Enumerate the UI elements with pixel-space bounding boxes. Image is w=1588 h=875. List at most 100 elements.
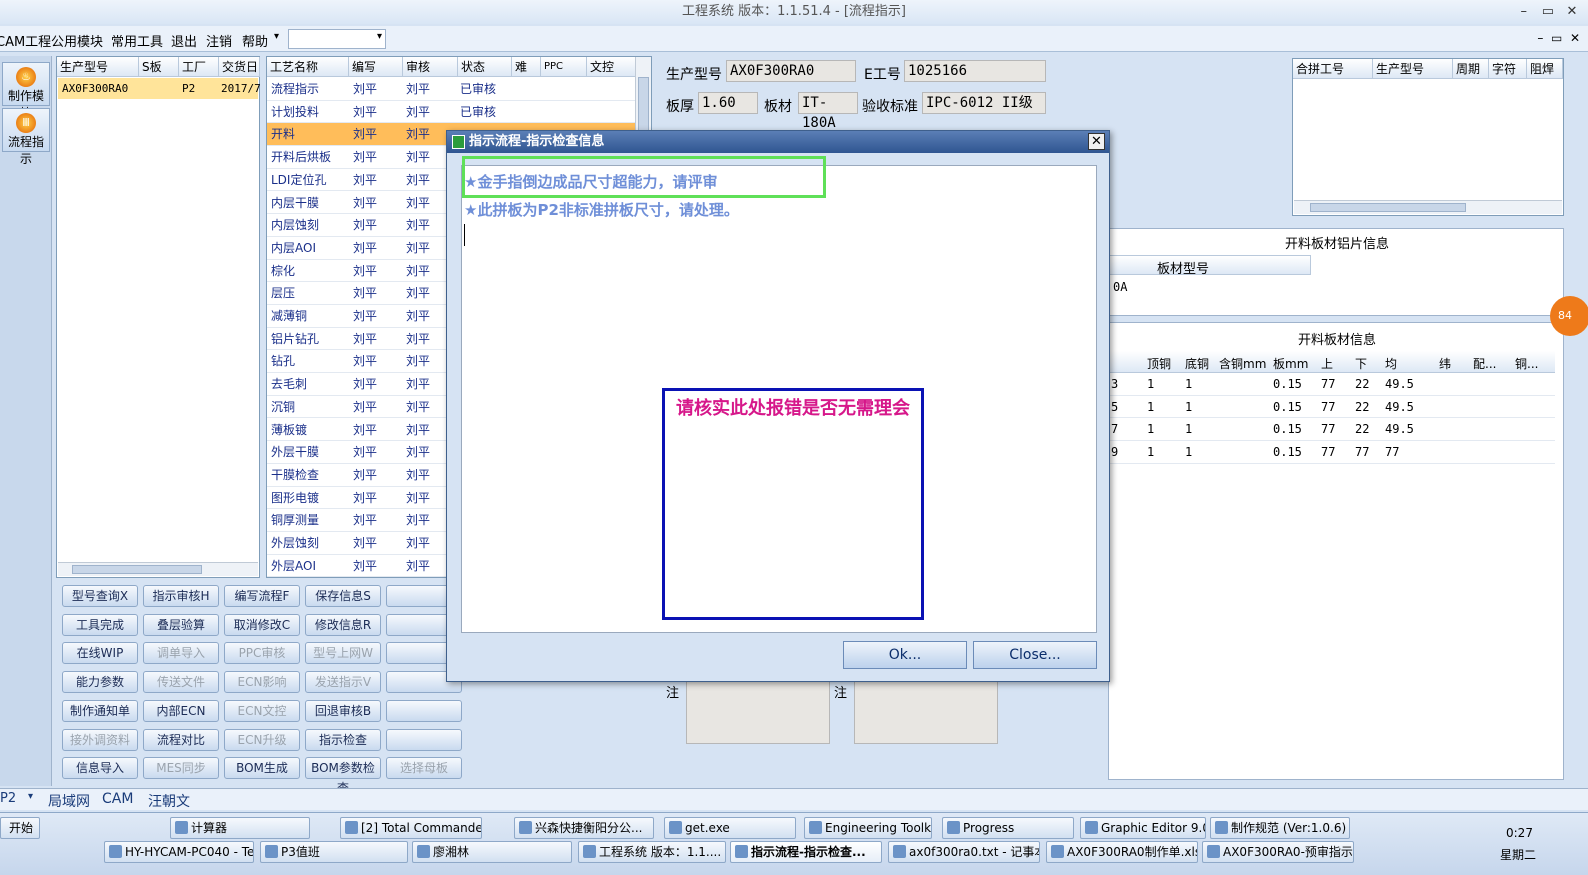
table-row[interactable]: 3 1 1 0.15 77 22 49.5 [1109,373,1555,396]
eno-field[interactable]: 1025166 [904,60,1046,82]
toolbar-combo[interactable] [288,29,386,49]
status-combo[interactable]: P2 [0,791,16,806]
table-row[interactable]: 流程指示 刘平 刘平 已审核 [267,78,637,101]
action-button[interactable]: 修改信息R [305,613,381,636]
mdi-close-icon[interactable]: ✕ [1570,31,1580,45]
col-model[interactable]: 生产型号 [57,57,139,77]
taskbar-item[interactable]: [2] Total Commander... [340,817,482,839]
taskbar-item[interactable]: 制作规范 (Ver:1.0.6) [1210,817,1350,839]
col-header[interactable]: 纬 [1439,355,1451,372]
minimize-icon[interactable]: – [1514,0,1534,24]
action-button[interactable]: 型号查询X [62,585,138,607]
action-button[interactable]: 选择母板 [386,757,462,780]
col-header[interactable]: 均 [1385,355,1397,372]
taskbar-item[interactable]: P3值班 [260,841,408,863]
action-button[interactable]: MES同步 [143,757,219,780]
table-row[interactable]: 计划投料 刘平 刘平 已审核 [267,101,637,124]
combo-arrow-icon[interactable]: ▾ [28,791,33,802]
col-s[interactable]: S板 [139,57,179,77]
ok-button[interactable]: Ok... [843,641,967,669]
action-button[interactable]: BOM参数检查 [305,757,381,795]
col-header[interactable]: 顶铜 [1147,355,1171,372]
menu-tools[interactable]: 常用工具 [111,31,163,50]
dialog-close-icon[interactable]: ✕ [1088,133,1105,150]
action-button[interactable]: 回退审核B [305,699,381,722]
menu-exit[interactable]: 退出 [171,31,197,50]
taskbar-item[interactable]: AX0F300RA0制作单.xls... [1046,841,1198,863]
table-row[interactable]: 5 1 1 0.15 77 22 49.5 [1109,396,1555,419]
action-button[interactable]: 编写流程F [224,585,300,607]
make-module-button[interactable]: ♨ 制作模块 [2,62,50,120]
action-button[interactable]: 指示检查 [305,728,381,751]
action-button[interactable]: 内部ECN [143,699,219,722]
col-header[interactable]: 板mm [1273,355,1308,372]
maximize-icon[interactable]: ▭ [1538,0,1558,24]
col-prod-model[interactable]: 生产型号 [1373,59,1453,79]
col-doc-control[interactable]: 文控 [587,57,637,77]
taskbar-item[interactable]: Progress [942,817,1074,839]
action-button[interactable]: 传送文件 [143,671,219,694]
note-field-1[interactable] [686,680,830,744]
taskbar-item[interactable]: 计算器 [170,817,310,839]
action-button[interactable]: ECN影响 [224,671,300,694]
col-status[interactable]: 状态 [458,57,512,77]
col-difficulty[interactable]: 难 [512,57,541,77]
col-combined-no[interactable]: 合拼工号 [1293,59,1373,79]
taskbar-item[interactable]: get.exe [664,817,796,839]
taskbar-item[interactable]: 工程系统 版本：1.1.... [578,841,726,863]
action-button[interactable]: PPC审核 [224,642,300,665]
action-button[interactable]: 型号上网W [305,642,381,665]
action-button[interactable]: 接外调资料 [62,728,138,751]
horizontal-scrollbar[interactable] [1294,200,1562,214]
floating-badge[interactable]: 84 [1550,296,1588,336]
standard-field[interactable]: IPC-6012 II级 [922,92,1046,114]
material-field[interactable]: IT-180A [798,92,858,131]
taskbar-item[interactable]: 兴森快捷衡阳分公... [514,817,654,839]
col-header[interactable]: 铜... [1515,355,1538,372]
action-button[interactable]: BOM生成 [224,757,300,780]
col-header[interactable]: 配... [1473,355,1496,372]
col-writer[interactable]: 编写 [349,57,403,77]
action-button[interactable]: 制作通知单 [62,699,138,722]
taskbar-item[interactable]: 廖湘林 [412,841,572,863]
col-period[interactable]: 周期 [1453,59,1489,79]
action-button[interactable]: 工具完成 [62,613,138,636]
col-header[interactable]: 下 [1355,355,1367,372]
action-button[interactable]: 流程对比 [143,728,219,751]
action-button[interactable]: 发送指示V [305,671,381,694]
col-date[interactable]: 交货日 [219,57,260,77]
taskbar-item[interactable]: Graphic Editor 9.07b... [1080,817,1206,839]
menu-cam[interactable]: CAM工程 [0,31,51,50]
menu-logout[interactable]: 注销 [206,31,232,50]
col-header[interactable]: 上 [1321,355,1333,372]
start-button[interactable]: 开始 [0,817,40,839]
menu-common-module[interactable]: 公用模块 [51,31,103,50]
taskbar-item[interactable]: 指示流程-指示检查... [730,841,882,863]
taskbar-item[interactable]: ax0f300ra0.txt - 记事本 [888,841,1040,863]
mdi-restore-icon[interactable]: ▭ [1551,31,1562,45]
action-button[interactable]: 取消修改C [224,613,300,636]
taskbar-item[interactable]: Engineering Toolkit 9... [804,817,932,839]
menu-help[interactable]: 帮助 [242,31,268,50]
action-button[interactable]: 能力参数 [62,671,138,694]
action-button[interactable]: 调单导入 [143,642,219,665]
col-legend[interactable]: 字符 [1489,59,1527,79]
action-button[interactable]: ECN文控 [224,699,300,722]
message-area[interactable]: ★金手指倒边成品尺寸超能力，请评审 ★此拼板为P2非标准拼板尺寸，请处理。 请核… [461,156,1097,633]
action-button[interactable]: 指示审核H [143,585,219,607]
note-field-2[interactable] [854,680,998,744]
horizontal-scrollbar[interactable] [58,562,258,576]
col-reviewer[interactable]: 审核 [403,57,458,77]
action-button[interactable]: 叠层验算 [143,613,219,636]
col-header[interactable]: 含铜mm [1219,355,1266,372]
help-dropdown-icon[interactable]: ▾ [274,31,279,42]
action-button[interactable]: 信息导入 [62,757,138,780]
action-button[interactable]: 在线WIP [62,642,138,665]
table-row[interactable]: AX0F300RA0 P2 2017/7 [58,78,261,99]
col-factory[interactable]: 工厂 [179,57,219,77]
table-row[interactable]: 7 1 1 0.15 77 22 49.5 [1109,418,1555,442]
model-field[interactable]: AX0F300RA0 [726,60,856,82]
taskbar-item[interactable]: AX0F300RA0-预审指示... [1202,841,1354,863]
action-button[interactable]: 保存信息S [305,585,381,607]
col-header[interactable]: 底铜 [1185,355,1209,372]
